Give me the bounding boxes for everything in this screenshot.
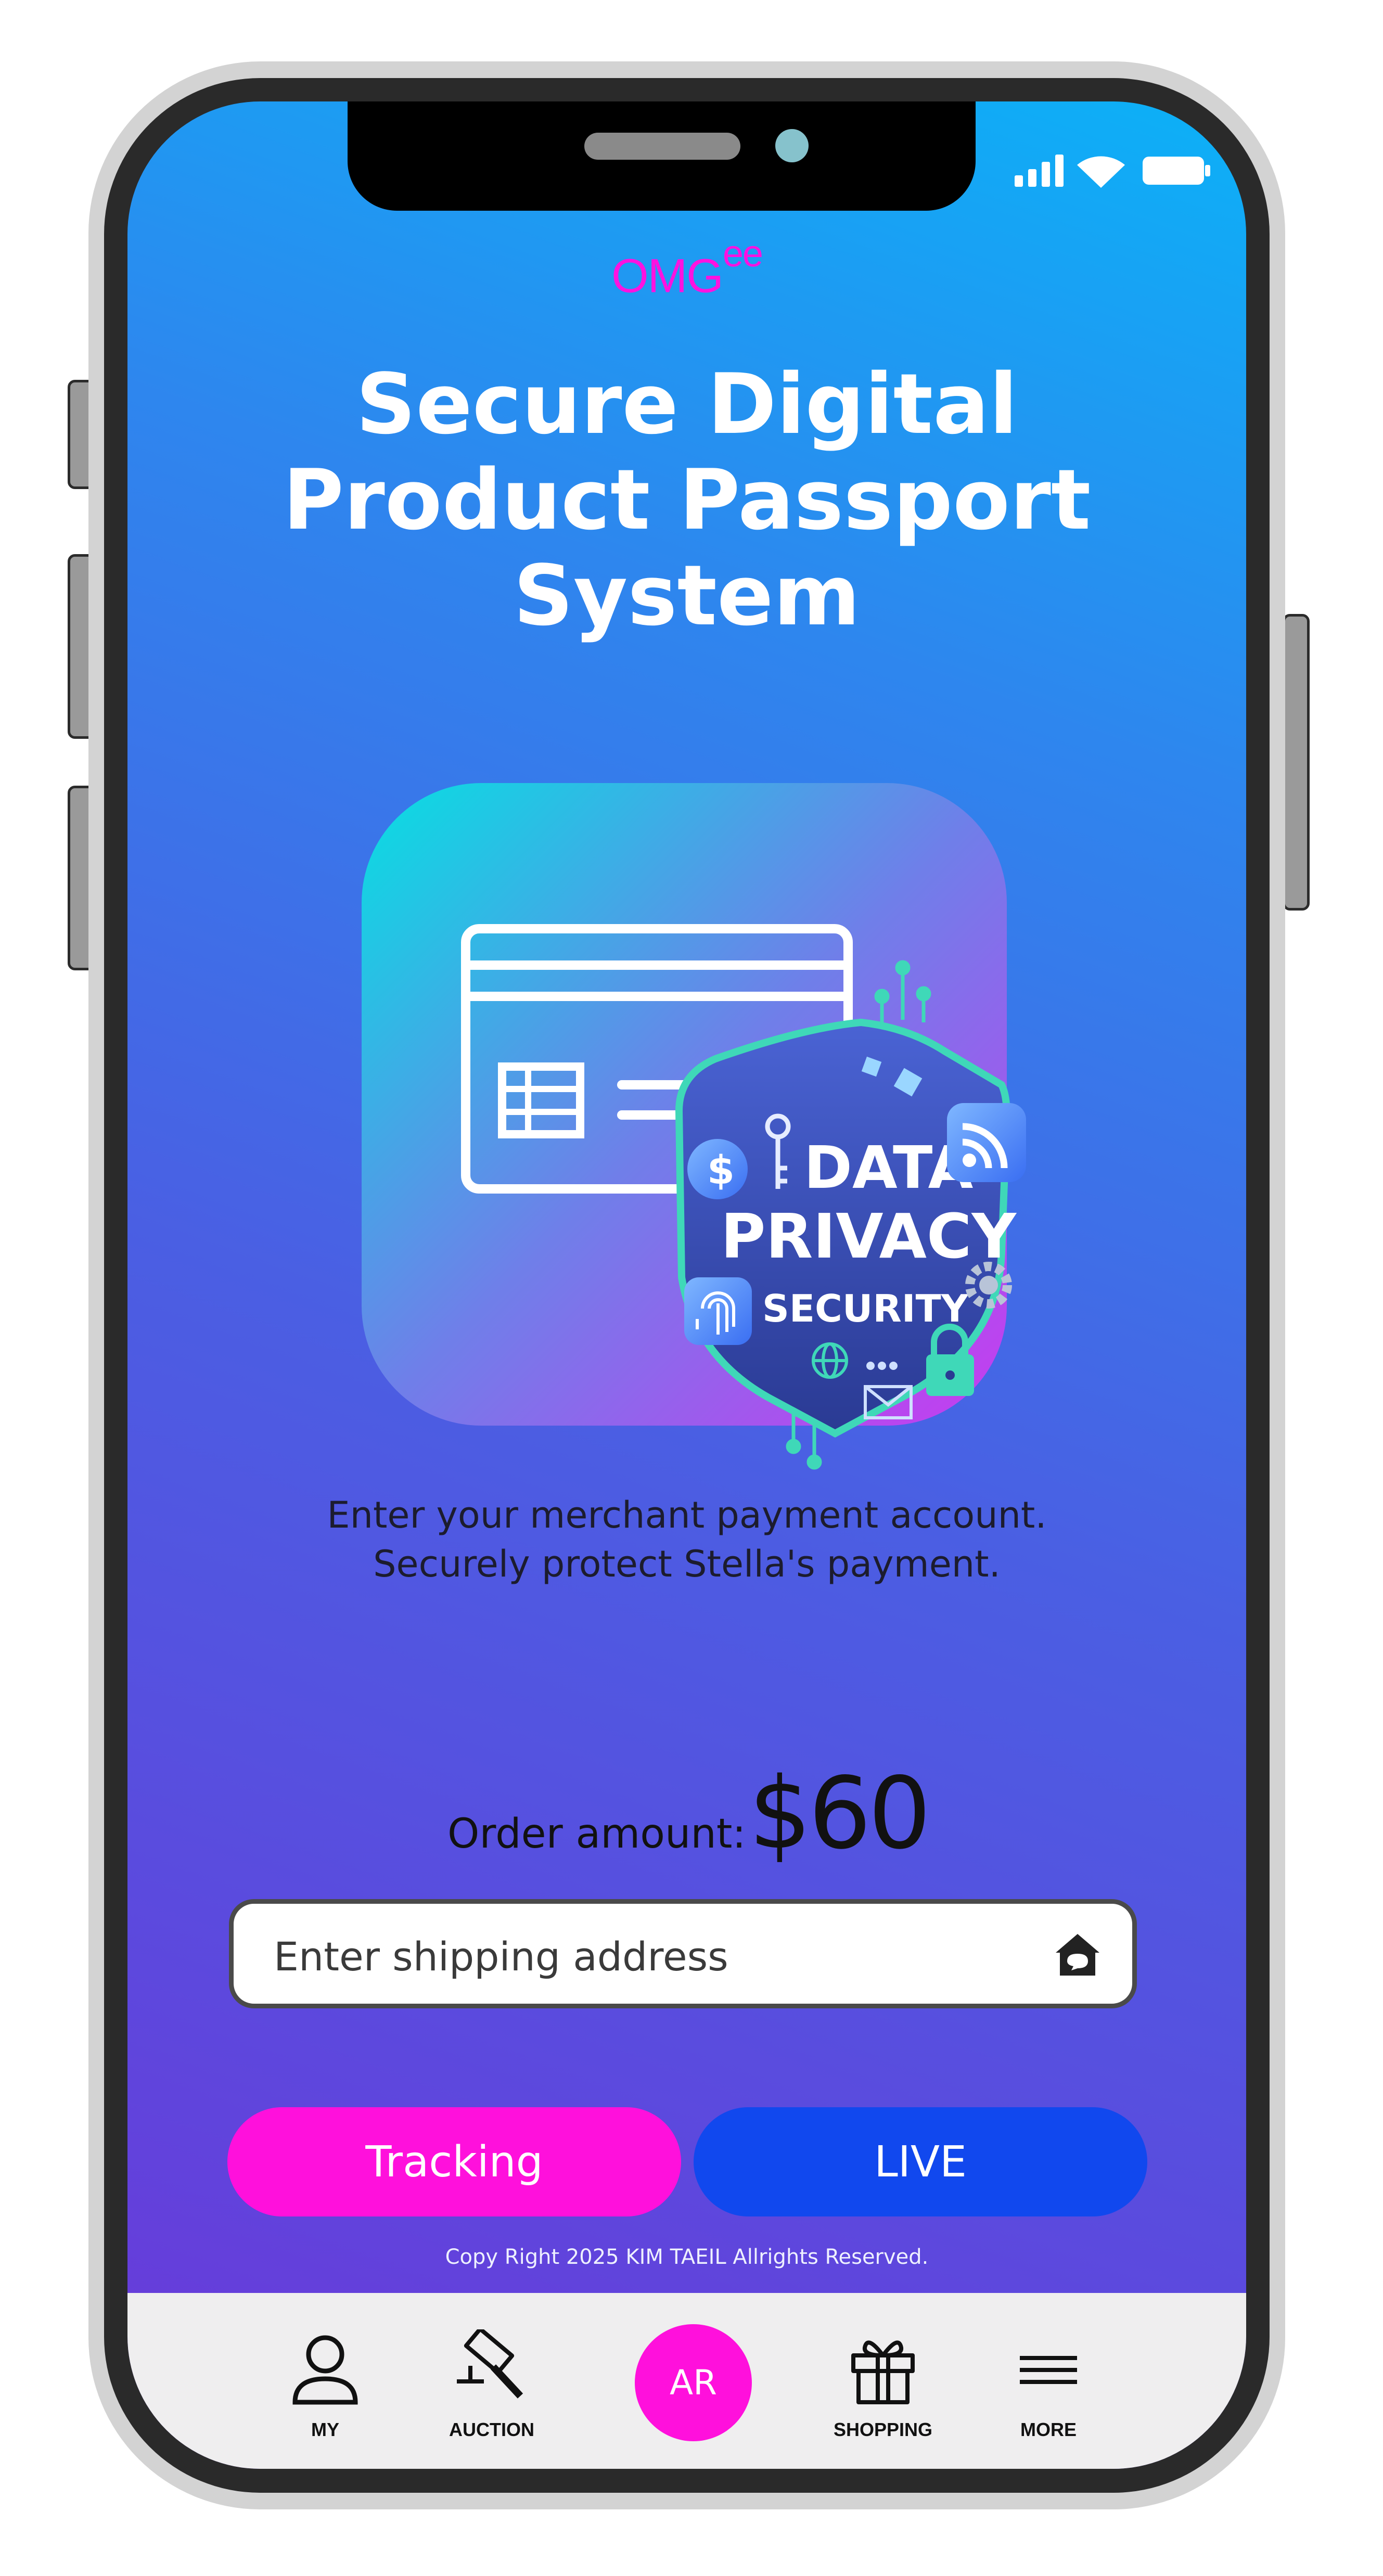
nav-item-auction[interactable]: AUCTION <box>424 2329 559 2441</box>
gift-icon <box>851 2340 915 2404</box>
speaker-grille <box>584 133 740 160</box>
page-title-line-2: Product Passport <box>283 451 1091 548</box>
logo-main: OMG <box>611 249 724 303</box>
description-line-2: Securely protect Stella's payment. <box>373 1543 1001 1585</box>
rss-feed-icon <box>947 1103 1026 1182</box>
gavel-icon <box>457 2329 523 2399</box>
app-logo: OMGee <box>127 233 1246 304</box>
nav-label-my: MY <box>311 2419 339 2440</box>
ar-button[interactable]: AR <box>635 2324 752 2441</box>
cellular-signal-icon <box>1015 155 1064 187</box>
order-amount-label: Order amount: <box>447 1811 746 1857</box>
nav-item-shopping[interactable]: SHOPPING <box>815 2329 951 2441</box>
tracking-button[interactable]: Tracking <box>227 2107 681 2216</box>
nav-label-more: MORE <box>1020 2419 1077 2440</box>
badge-text-privacy: PRIVACY <box>721 1200 1017 1272</box>
home-icon[interactable] <box>1052 1929 1104 1981</box>
description: Enter your merchant payment account. Sec… <box>127 1491 1246 1588</box>
shipping-address-field[interactable] <box>229 1899 1137 2008</box>
nav-label-shopping: SHOPPING <box>833 2419 933 2440</box>
description-line-1: Enter your merchant payment account. <box>327 1494 1047 1536</box>
data-privacy-illustration: DATA PRIVACY SECURITY $ <box>362 783 1026 1470</box>
page-title: Secure Digital Product Passport System <box>127 356 1246 644</box>
wifi-icon <box>1077 156 1125 188</box>
battery-icon <box>1143 157 1210 185</box>
dollar-coin-icon: $ <box>687 1139 748 1199</box>
order-amount-value: $60 <box>748 1756 931 1871</box>
power-button <box>1283 614 1310 911</box>
live-button[interactable]: LIVE <box>694 2107 1147 2216</box>
notch <box>348 101 976 211</box>
page-title-line-3: System <box>513 547 861 644</box>
front-camera <box>775 129 809 162</box>
status-bar-icons <box>1015 155 1210 188</box>
bottom-nav-bar: MY AUCTION AR SHOPPING MORE <box>127 2293 1246 2469</box>
nav-item-my[interactable]: MY <box>258 2329 393 2441</box>
copyright-text: Copy Right 2025 KIM TAEIL Allrights Rese… <box>445 2245 929 2269</box>
page-title-line-1: Secure Digital <box>356 355 1018 453</box>
dollar-coin-symbol: $ <box>707 1147 735 1193</box>
app-screen: OMGee Secure Digital Product Passport Sy… <box>127 101 1246 2469</box>
order-summary: Order amount: $60 <box>447 1756 931 1871</box>
user-icon <box>292 2335 358 2405</box>
logo-suffix: ee <box>722 233 763 275</box>
nav-label-auction: AUCTION <box>449 2419 534 2440</box>
fingerprint-icon <box>684 1277 752 1345</box>
badge-text-security: SECURITY <box>762 1287 969 1330</box>
menu-icon <box>1020 2356 1077 2384</box>
shipping-address-input[interactable] <box>273 1919 1003 1993</box>
nav-item-more[interactable]: MORE <box>981 2329 1116 2441</box>
